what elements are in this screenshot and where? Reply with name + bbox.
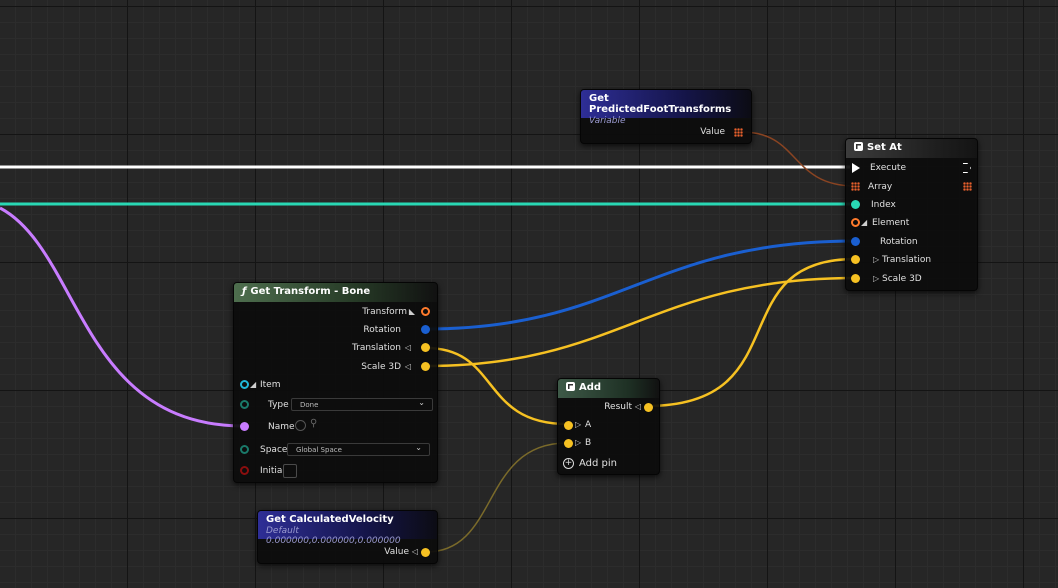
execute-pin-label: Execute — [870, 163, 906, 173]
rotation-wire[interactable] — [425, 239, 856, 331]
initial-pin-label: Initial — [260, 466, 285, 476]
node-title: Add — [579, 382, 602, 393]
node-header: Add — [558, 379, 659, 398]
space-dropdown[interactable]: Global Space ⌄ — [287, 443, 430, 456]
get-transform-bone-node[interactable]: ƒ Get Transform - Bone Transform ◣ Rotati… — [233, 282, 438, 483]
value-pin-label: Value — [384, 547, 409, 557]
array-function-icon — [854, 142, 863, 151]
scale-out-pin-icon[interactable] — [421, 362, 430, 371]
translation-pin-label: Translation — [351, 343, 401, 353]
space-pin-label: Space — [260, 445, 288, 455]
expand-arrow-icon[interactable]: ▷ — [575, 420, 581, 429]
node-title: Get Transform - Bone — [250, 286, 371, 297]
expand-arrow-icon[interactable]: ▷ — [873, 255, 879, 264]
search-icon[interactable]: ⚲ — [310, 418, 317, 429]
node-header: ƒ Get Transform - Bone — [234, 283, 437, 302]
value-pin-label: Value — [700, 127, 725, 137]
node-header: Get CalculatedVelocity Default 0.000000,… — [258, 511, 437, 546]
space-value: Global Space — [296, 446, 342, 454]
set-at-node[interactable]: Set At Execute Array Index ◢ Element Rot… — [845, 138, 978, 291]
wire-layer — [0, 131, 856, 553]
rotation-out-pin-icon[interactable] — [421, 325, 430, 334]
add-node[interactable]: Add Result ◁ ▷ A ▷ B + Add pin — [557, 378, 660, 475]
translation-pin-label: Translation — [882, 255, 932, 265]
element-pin-label: Element — [872, 218, 910, 228]
collapse-arrow-icon[interactable]: ◢ — [250, 380, 256, 389]
b-pin-label: B — [585, 438, 592, 448]
node-title: Get PredictedFootTransforms — [589, 93, 732, 115]
chevron-down-icon: ⌄ — [418, 398, 425, 407]
node-title: Get CalculatedVelocity — [266, 514, 394, 525]
scale-pin-icon[interactable] — [851, 274, 860, 283]
array-pin-icon[interactable] — [734, 128, 743, 137]
expand-arrow-icon[interactable]: ◁ — [635, 402, 641, 411]
add-function-icon — [566, 382, 575, 391]
rotation-pin-label: Rotation — [363, 325, 401, 335]
element-pin-icon[interactable] — [851, 218, 860, 227]
array-wire[interactable] — [741, 131, 856, 187]
name-pin-icon[interactable] — [240, 422, 249, 431]
name-wire[interactable] — [0, 206, 243, 428]
node-header: Set At — [846, 139, 977, 158]
scale-pin-label: Scale 3D — [361, 362, 401, 372]
b-pin-icon[interactable] — [564, 439, 573, 448]
use-selected-icon[interactable] — [295, 420, 306, 431]
add-pin-button[interactable]: Add pin — [579, 458, 617, 469]
item-pin-label: Item — [260, 380, 281, 390]
chevron-down-icon: ⌄ — [415, 443, 422, 452]
value-out-pin-icon[interactable] — [421, 548, 430, 557]
expand-arrow-icon[interactable]: ▷ — [575, 438, 581, 447]
expand-arrow-icon[interactable]: ◁ — [412, 547, 418, 556]
space-pin-icon[interactable] — [240, 445, 249, 454]
get-predicted-foot-transforms-node[interactable]: Get PredictedFootTransforms Variable Val… — [580, 89, 752, 144]
a-pin-icon[interactable] — [564, 421, 573, 430]
add-pin-icon[interactable]: + — [563, 458, 574, 469]
array-pin-label: Array — [868, 182, 893, 192]
rotation-pin-label: Rotation — [880, 237, 918, 247]
exec-in-pin-icon[interactable] — [852, 163, 860, 173]
transform-out-pin-icon[interactable] — [421, 307, 430, 316]
array-pin-icon[interactable] — [851, 182, 860, 191]
a-pin-label: A — [585, 420, 592, 430]
index-pin-icon[interactable] — [851, 200, 860, 209]
initial-pin-icon[interactable] — [240, 466, 249, 475]
result-pin-label: Result — [604, 402, 632, 412]
index-pin-label: Index — [871, 200, 896, 210]
expand-arrow-icon[interactable]: ◁ — [405, 343, 411, 352]
name-pin-label: Name — [268, 422, 295, 432]
type-pin-label: Type — [268, 400, 289, 410]
velocity-to-b-wire[interactable] — [425, 442, 568, 553]
initial-checkbox[interactable] — [283, 464, 297, 478]
collapse-arrow-icon[interactable]: ◣ — [409, 307, 415, 316]
translation-to-a-wire[interactable] — [425, 346, 568, 426]
node-header: Get PredictedFootTransforms Variable — [581, 90, 751, 126]
expand-arrow-icon[interactable]: ◁ — [405, 362, 411, 371]
scale-wire[interactable] — [425, 276, 856, 368]
array-out-pin-icon[interactable] — [963, 182, 972, 191]
type-dropdown[interactable]: Done ⌄ — [291, 398, 433, 411]
exec-out-pin-icon[interactable] — [963, 163, 971, 173]
rotation-pin-icon[interactable] — [851, 237, 860, 246]
type-value: Done — [300, 401, 319, 409]
node-subtitle: Default 0.000000,0.000000,0.000000 — [266, 526, 401, 546]
expand-arrow-icon[interactable]: ▷ — [873, 274, 879, 283]
item-pin-icon[interactable] — [240, 380, 249, 389]
transform-pin-label: Transform — [362, 307, 407, 317]
collapse-arrow-icon[interactable]: ◢ — [861, 218, 867, 227]
translation-pin-icon[interactable] — [851, 255, 860, 264]
result-to-translation-wire[interactable] — [646, 257, 856, 408]
get-calculated-velocity-node[interactable]: Get CalculatedVelocity Default 0.000000,… — [257, 510, 438, 564]
scale-pin-label: Scale 3D — [882, 274, 922, 284]
translation-out-pin-icon[interactable] — [421, 343, 430, 352]
node-title: Set At — [867, 142, 902, 153]
result-out-pin-icon[interactable] — [644, 403, 653, 412]
type-pin-icon[interactable] — [240, 400, 249, 409]
function-icon: ƒ — [242, 286, 247, 297]
node-subtitle: Variable — [589, 116, 626, 126]
